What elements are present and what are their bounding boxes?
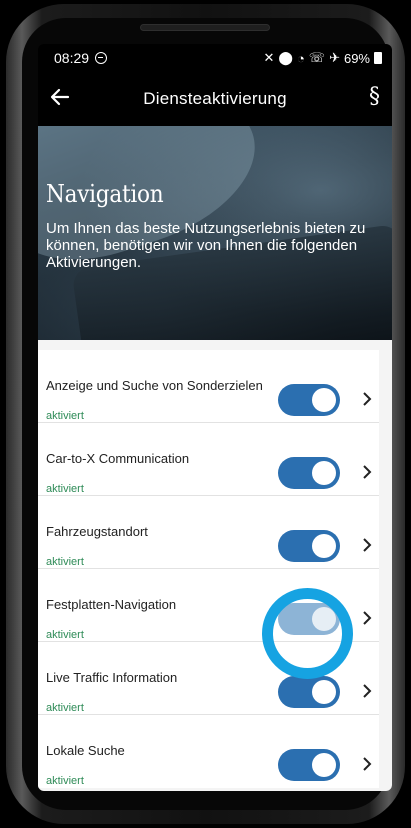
chevron-right-icon[interactable] xyxy=(361,537,373,553)
service-status: aktiviert xyxy=(46,629,84,641)
service-list: Anzeige und Suche von Sonderzielen aktiv… xyxy=(38,340,392,791)
service-toggle[interactable] xyxy=(278,384,340,416)
highlight-ring xyxy=(262,588,353,679)
hero-banner: Navigation Um Ihnen das beste Nutzungser… xyxy=(38,126,392,340)
service-toggle[interactable] xyxy=(278,676,340,708)
service-label: Live Traffic Information xyxy=(46,670,178,685)
back-arrow-icon[interactable] xyxy=(48,85,72,109)
battery-icon xyxy=(374,52,382,64)
airplane-icon: ✈ xyxy=(329,50,340,65)
location-icon: ⬤ xyxy=(278,50,293,65)
phone-speaker xyxy=(140,24,270,31)
status-bar: 08:29 ✕ ⬤ ◔ ☏ ✈ 69% xyxy=(38,44,392,72)
app-bar: Diensteaktivierung § xyxy=(38,72,392,126)
service-status: aktiviert xyxy=(46,483,84,495)
service-row-car-to-x[interactable]: Car-to-X Communication aktiviert xyxy=(38,423,379,496)
toggle-knob xyxy=(312,534,336,558)
service-card: Anzeige und Suche von Sonderzielen aktiv… xyxy=(38,350,379,788)
legal-paragraph-icon[interactable]: § xyxy=(369,84,380,109)
service-toggle[interactable] xyxy=(278,457,340,489)
service-status: aktiviert xyxy=(46,775,84,787)
service-label: Lokale Suche xyxy=(46,743,125,758)
service-label: Car-to-X Communication xyxy=(46,451,190,466)
battery-percent: 69% xyxy=(343,50,370,66)
service-row-poi[interactable]: Anzeige und Suche von Sonderzielen aktiv… xyxy=(38,350,379,423)
service-toggle[interactable] xyxy=(278,530,340,562)
chevron-right-icon[interactable] xyxy=(361,756,373,772)
service-status: aktiviert xyxy=(46,702,84,714)
toggle-knob xyxy=(312,753,336,777)
service-label: Anzeige und Suche von Sonderzielen xyxy=(46,378,263,393)
toggle-knob xyxy=(312,461,336,485)
toggle-knob xyxy=(312,388,336,412)
mute-icon: ✕ xyxy=(263,50,275,65)
chevron-right-icon[interactable] xyxy=(361,683,373,699)
service-status: aktiviert xyxy=(46,410,84,422)
service-toggle[interactable] xyxy=(278,749,340,781)
service-label: Festplatten-Navigation xyxy=(46,597,177,612)
chevron-right-icon[interactable] xyxy=(361,610,373,626)
screen: 08:29 ✕ ⬤ ◔ ☏ ✈ 69% Diensteaktivierung §… xyxy=(38,44,392,791)
service-row-vehicle-location[interactable]: Fahrzeugstandort aktiviert xyxy=(38,496,379,569)
toggle-knob xyxy=(312,680,336,704)
chevron-right-icon[interactable] xyxy=(361,464,373,480)
service-row-local-search[interactable]: Lokale Suche aktiviert xyxy=(38,715,379,788)
service-status: aktiviert xyxy=(46,556,84,568)
wifi-icon: ◔ xyxy=(296,50,305,66)
hero-description: Um Ihnen das beste Nutzungserlebnis biet… xyxy=(46,220,366,271)
chevron-right-icon[interactable] xyxy=(361,391,373,407)
dnd-icon xyxy=(95,52,108,64)
status-time: 08:29 xyxy=(54,50,90,66)
hero-title: Navigation xyxy=(46,180,164,208)
page-title: Diensteaktivierung xyxy=(143,89,287,108)
service-label: Fahrzeugstandort xyxy=(46,524,148,539)
service-row-hdd-navigation[interactable]: Festplatten-Navigation aktiviert xyxy=(38,569,379,679)
wifi-call-icon: ☏ xyxy=(308,50,326,65)
